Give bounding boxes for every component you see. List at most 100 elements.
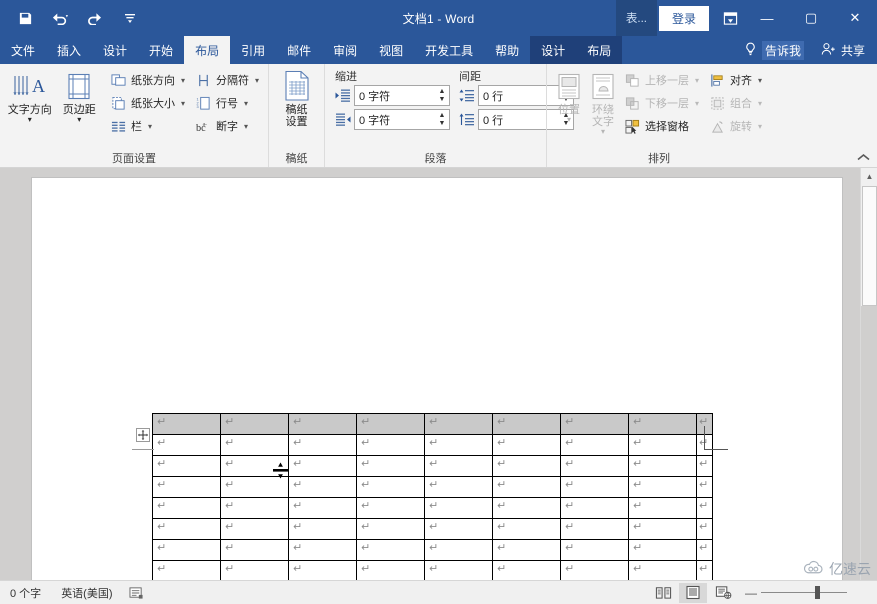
tab-design[interactable]: 设计 bbox=[92, 36, 138, 64]
table-cell[interactable]: ↵ bbox=[492, 413, 561, 435]
minimize-button[interactable]: — bbox=[745, 0, 789, 36]
chevron-down-icon[interactable]: ▾ bbox=[255, 76, 259, 85]
indent-right-value[interactable]: 0 字符 bbox=[355, 112, 435, 128]
table-cell[interactable]: ↵ bbox=[288, 497, 357, 519]
position-button[interactable]: 位置 ▾ bbox=[552, 67, 586, 124]
vertical-scrollbar[interactable]: ▲ bbox=[860, 168, 877, 580]
tab-layout[interactable]: 布局 bbox=[184, 36, 231, 64]
table-row[interactable]: ↵↵↵↵↵↵↵↵↵ bbox=[152, 434, 714, 456]
table-cell[interactable]: ↵ bbox=[424, 518, 493, 540]
orientation-button[interactable]: 纸张方向 ▾ bbox=[106, 69, 189, 91]
table-cell[interactable]: ↵ bbox=[695, 497, 714, 519]
table-cell[interactable]: ↵ bbox=[152, 497, 221, 519]
table-cell[interactable]: ↵ bbox=[492, 539, 561, 561]
group-button[interactable]: 组合 ▾ bbox=[705, 92, 766, 114]
table-cell[interactable]: ↵ bbox=[492, 476, 561, 498]
scrollbar-track[interactable] bbox=[861, 306, 877, 580]
table-cell[interactable]: ↵ bbox=[288, 518, 357, 540]
table-cell[interactable]: ↵ bbox=[560, 560, 629, 580]
table-cell[interactable]: ↵ bbox=[695, 560, 714, 580]
breaks-button[interactable]: 分隔符 ▾ bbox=[191, 69, 263, 91]
table-cell[interactable]: ↵ bbox=[560, 497, 629, 519]
table-cell[interactable]: ↵ bbox=[492, 497, 561, 519]
table-cell[interactable]: ↵ bbox=[695, 476, 714, 498]
language-indicator[interactable]: 英语(美国) bbox=[51, 585, 122, 601]
chevron-down-icon[interactable]: ▾ bbox=[77, 116, 81, 124]
chevron-down-icon[interactable]: ▾ bbox=[758, 122, 762, 131]
chevron-down-icon[interactable]: ▾ bbox=[244, 122, 248, 131]
sign-in-button[interactable]: 登录 bbox=[658, 5, 709, 31]
customize-qat-icon[interactable] bbox=[119, 7, 141, 29]
table-cell[interactable]: ↵ bbox=[560, 455, 629, 477]
save-icon[interactable] bbox=[14, 7, 36, 29]
scroll-up-arrow-icon[interactable]: ▲ bbox=[861, 168, 877, 185]
table-cell[interactable]: ↵ bbox=[288, 539, 357, 561]
table-cell[interactable]: ↵ bbox=[695, 539, 714, 561]
tab-file[interactable]: 文件 bbox=[0, 36, 46, 64]
hyphenation-button[interactable]: bc a- 断字 ▾ bbox=[191, 115, 263, 137]
undo-icon[interactable] bbox=[49, 7, 71, 29]
chevron-down-icon[interactable]: ▾ bbox=[244, 99, 248, 108]
table-cell[interactable]: ↵ bbox=[560, 539, 629, 561]
tell-me-button[interactable]: 告诉我 bbox=[735, 40, 813, 60]
chevron-down-icon[interactable]: ▾ bbox=[567, 116, 571, 124]
table-cell[interactable]: ↵ bbox=[695, 455, 714, 477]
table-move-handle-icon[interactable] bbox=[136, 428, 150, 442]
tab-references[interactable]: 引用 bbox=[230, 36, 276, 64]
table-cell[interactable]: ↵ bbox=[424, 539, 493, 561]
tab-developer[interactable]: 开发工具 bbox=[414, 36, 484, 64]
table-cell[interactable]: ↵ bbox=[424, 434, 493, 456]
table-cell[interactable]: ↵ bbox=[628, 455, 697, 477]
table-cell[interactable]: ↵ bbox=[560, 434, 629, 456]
tab-view[interactable]: 视图 bbox=[368, 36, 414, 64]
proofing-errors-icon[interactable] bbox=[123, 586, 150, 600]
chevron-down-icon[interactable]: ▾ bbox=[181, 99, 185, 108]
document-page[interactable]: ↵ ↵ ↵ ↵ ↵ ↵ ↵ ↵ ↵ ↵ ↵ ↵ ↵ ↵ ↵ ↵ ↵ ↵ ↵ ↵ ↵ ↵ ↵ ↵ ↵ ↵ ↵ ↵ ↵ ↵ ↵ ↵ ↵ ↵ ↵ ↵ ↵ ↵ ↵ ↵… bbox=[32, 178, 842, 580]
chevron-down-icon[interactable]: ▾ bbox=[758, 99, 762, 108]
chevron-down-icon[interactable]: ▾ bbox=[28, 116, 32, 124]
indent-left-spinner[interactable]: 0 字符 ▲ ▼ bbox=[354, 85, 450, 106]
table-cell[interactable]: ↵ bbox=[424, 497, 493, 519]
table-cell[interactable]: ↵ bbox=[628, 434, 697, 456]
close-button[interactable]: ✕ bbox=[833, 0, 877, 36]
table-cell[interactable]: ↵ bbox=[152, 560, 221, 580]
document-area[interactable]: ↵ ↵ ↵ ↵ ↵ ↵ ↵ ↵ ↵ ↵ ↵ ↵ ↵ ↵ ↵ ↵ ↵ ↵ ↵ ↵ ↵ ↵ ↵ ↵ ↵ ↵ ↵ ↵ ↵ ↵ ↵ ↵ ↵ ↵ ↵ ↵ ↵ ↵ ↵ ↵… bbox=[0, 168, 877, 580]
zoom-control[interactable]: — bbox=[739, 586, 869, 600]
ribbon-collapse-chevron-icon[interactable] bbox=[855, 149, 871, 165]
table-cell[interactable]: ↵ bbox=[492, 560, 561, 580]
table-cell[interactable]: ↵ bbox=[424, 560, 493, 580]
wrap-text-button[interactable]: 环绕文字 ▾ bbox=[586, 67, 620, 136]
chevron-down-icon[interactable]: ▾ bbox=[148, 122, 152, 131]
tab-table-design[interactable]: 设计 bbox=[530, 36, 576, 64]
chevron-down-icon[interactable]: ▾ bbox=[758, 76, 762, 85]
tab-help[interactable]: 帮助 bbox=[484, 36, 530, 64]
word-count[interactable]: 0 个字 bbox=[0, 585, 51, 601]
table-row[interactable]: ↵↵↵↵↵↵↵↵↵ bbox=[152, 518, 714, 540]
table-cell[interactable]: ↵ bbox=[220, 539, 289, 561]
selection-pane-button[interactable]: 选择窗格 bbox=[620, 115, 703, 137]
table-row[interactable]: ↵↵↵↵↵↵↵↵↵ bbox=[152, 413, 714, 435]
columns-button[interactable]: 栏 ▾ bbox=[106, 115, 189, 137]
manuscript-settings-button[interactable]: 稿纸 设置 bbox=[274, 67, 319, 128]
table-cell[interactable]: ↵ bbox=[152, 518, 221, 540]
table-cell[interactable]: ↵ bbox=[356, 455, 425, 477]
share-button[interactable]: 共享 bbox=[813, 42, 877, 59]
table-cell[interactable]: ↵ bbox=[220, 518, 289, 540]
table-row[interactable]: ↵↵↵↵↵↵↵↵↵ bbox=[152, 476, 714, 498]
table-cell[interactable]: ↵ bbox=[560, 476, 629, 498]
table-cell[interactable]: ↵ bbox=[424, 476, 493, 498]
table-cell[interactable]: ↵ bbox=[628, 497, 697, 519]
paper-size-button[interactable]: 纸张大小 ▾ bbox=[106, 92, 189, 114]
table-cell[interactable]: ↵ bbox=[628, 539, 697, 561]
text-direction-button[interactable]: A 文字方向 ▾ bbox=[5, 67, 54, 124]
chevron-down-icon[interactable]: ▾ bbox=[695, 99, 699, 108]
table-cell[interactable]: ↵ bbox=[356, 560, 425, 580]
table-cell[interactable]: ↵ bbox=[628, 476, 697, 498]
indent-right-spinner[interactable]: 0 字符 ▲ ▼ bbox=[354, 109, 450, 130]
table-cell[interactable]: ↵ bbox=[220, 434, 289, 456]
table-cell[interactable]: ↵ bbox=[356, 539, 425, 561]
maximize-button[interactable]: ▢ bbox=[789, 0, 833, 36]
table-cell[interactable]: ↵ bbox=[560, 518, 629, 540]
chevron-down-icon[interactable]: ▾ bbox=[181, 76, 185, 85]
table-cell[interactable]: ↵ bbox=[560, 413, 629, 435]
